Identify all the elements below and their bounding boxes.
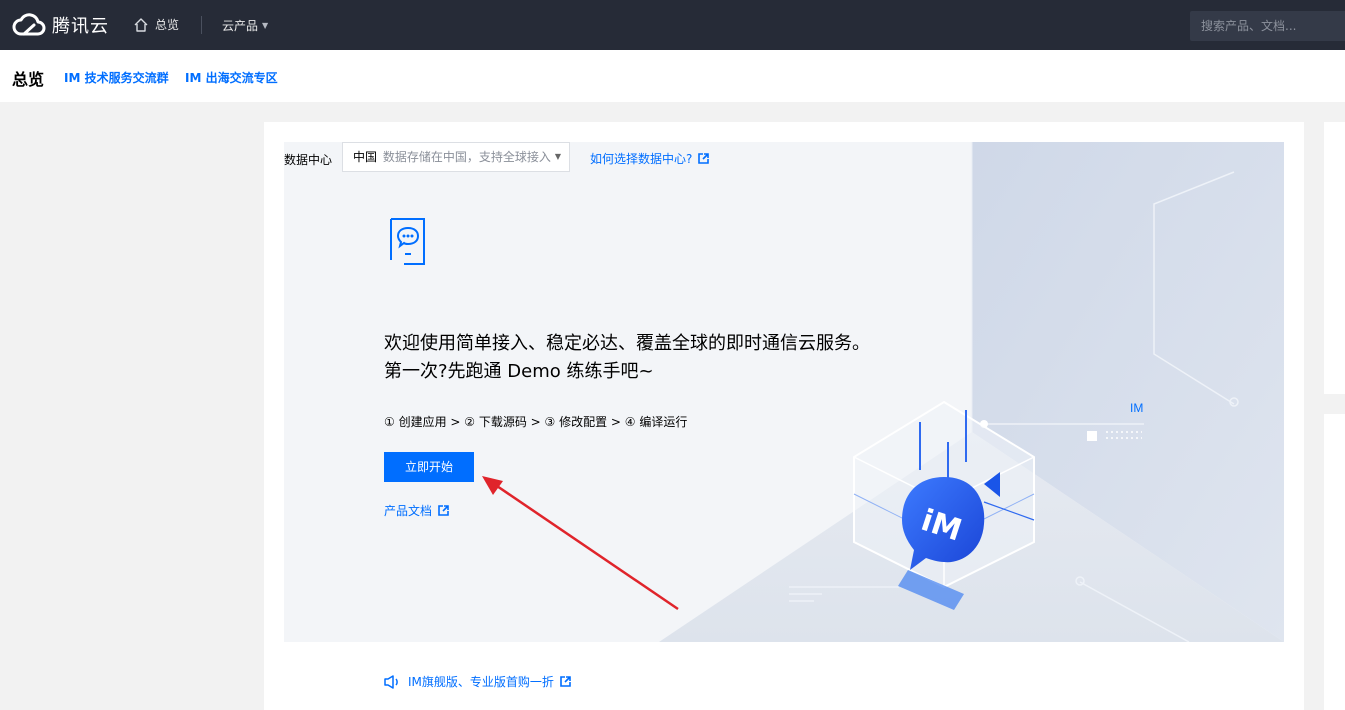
promo-link[interactable]: IM旗舰版、专业版首购一折 — [384, 673, 571, 690]
data-center-label: 数据中心 — [284, 153, 333, 167]
data-center-value: 中国 — [353, 150, 378, 164]
data-center-select[interactable]: 中国 数据存储在中国，支持全球接入 ▼ — [342, 142, 570, 172]
speaker-icon — [384, 674, 398, 689]
steps-text: ① 创建应用 > ② 下载源码 > ③ 修改配置 > ④ 编译运行 — [384, 415, 688, 429]
welcome-line: 欢迎使用简单接入、稳定必达、覆盖全球的即时通信云服务。 — [384, 333, 870, 354]
nav-products-label: 云产品 — [222, 19, 259, 33]
im-illustration: IM iM — [659, 142, 1284, 642]
data-center-help-label: 如何选择数据中心? — [590, 152, 693, 166]
brand-logo[interactable]: 腾讯云 — [12, 12, 109, 38]
start-button[interactable]: 立即开始 — [384, 452, 474, 482]
welcome-line: 第一次?先跑通 Demo 练练手吧~ — [384, 361, 654, 382]
nav-home[interactable]: 总览 — [133, 16, 179, 33]
home-icon — [134, 17, 148, 32]
external-link-icon — [560, 676, 571, 687]
top-nav-bar: 腾讯云 总览 云产品 ▼ 搜索产品、文档... — [0, 0, 1345, 50]
side-card — [1324, 122, 1345, 394]
search-input[interactable]: 搜索产品、文档... — [1190, 11, 1345, 41]
product-docs-label: 产品文档 — [384, 504, 433, 518]
page-header: 总览 IM 技术服务交流群 IM 出海交流专区 — [0, 50, 1345, 102]
welcome-card: IM iM 中国 数据存储在中国，支持全球接入 ▼ 如何选择数据中心? 欢迎使用… — [264, 122, 1304, 710]
chat-document-icon — [390, 218, 425, 265]
external-link-icon — [438, 505, 449, 516]
nav-divider — [201, 16, 202, 34]
chevron-down-icon: ▼ — [554, 152, 561, 161]
nav-home-label: 总览 — [155, 18, 180, 32]
overseas-zone-link[interactable]: IM 出海交流专区 — [185, 69, 278, 86]
im-art-label: IM — [1130, 401, 1143, 415]
chevron-down-icon: ▼ — [262, 21, 269, 30]
data-center-help-link[interactable]: 如何选择数据中心? — [590, 150, 710, 167]
hero-panel: IM iM 中国 数据存储在中国，支持全球接入 ▼ 如何选择数据中心? 欢迎使用… — [284, 142, 1284, 642]
product-docs-link[interactable]: 产品文档 — [384, 502, 449, 519]
welcome-text: 欢迎使用简单接入、稳定必达、覆盖全球的即时通信云服务。 第一次?先跑通 Demo… — [384, 330, 870, 386]
data-center-hint: 数据存储在中国，支持全球接入 — [382, 150, 551, 164]
promo-label: IM旗舰版、专业版首购一折 — [408, 675, 554, 689]
external-link-icon — [698, 153, 710, 164]
tech-group-link[interactable]: IM 技术服务交流群 — [64, 69, 169, 86]
cloud-logo-icon — [12, 13, 46, 36]
nav-products-menu[interactable]: 云产品 ▼ — [222, 17, 268, 34]
page-title: 总览 — [12, 70, 45, 89]
brand-name: 腾讯云 — [52, 16, 109, 37]
side-card — [1324, 414, 1345, 710]
